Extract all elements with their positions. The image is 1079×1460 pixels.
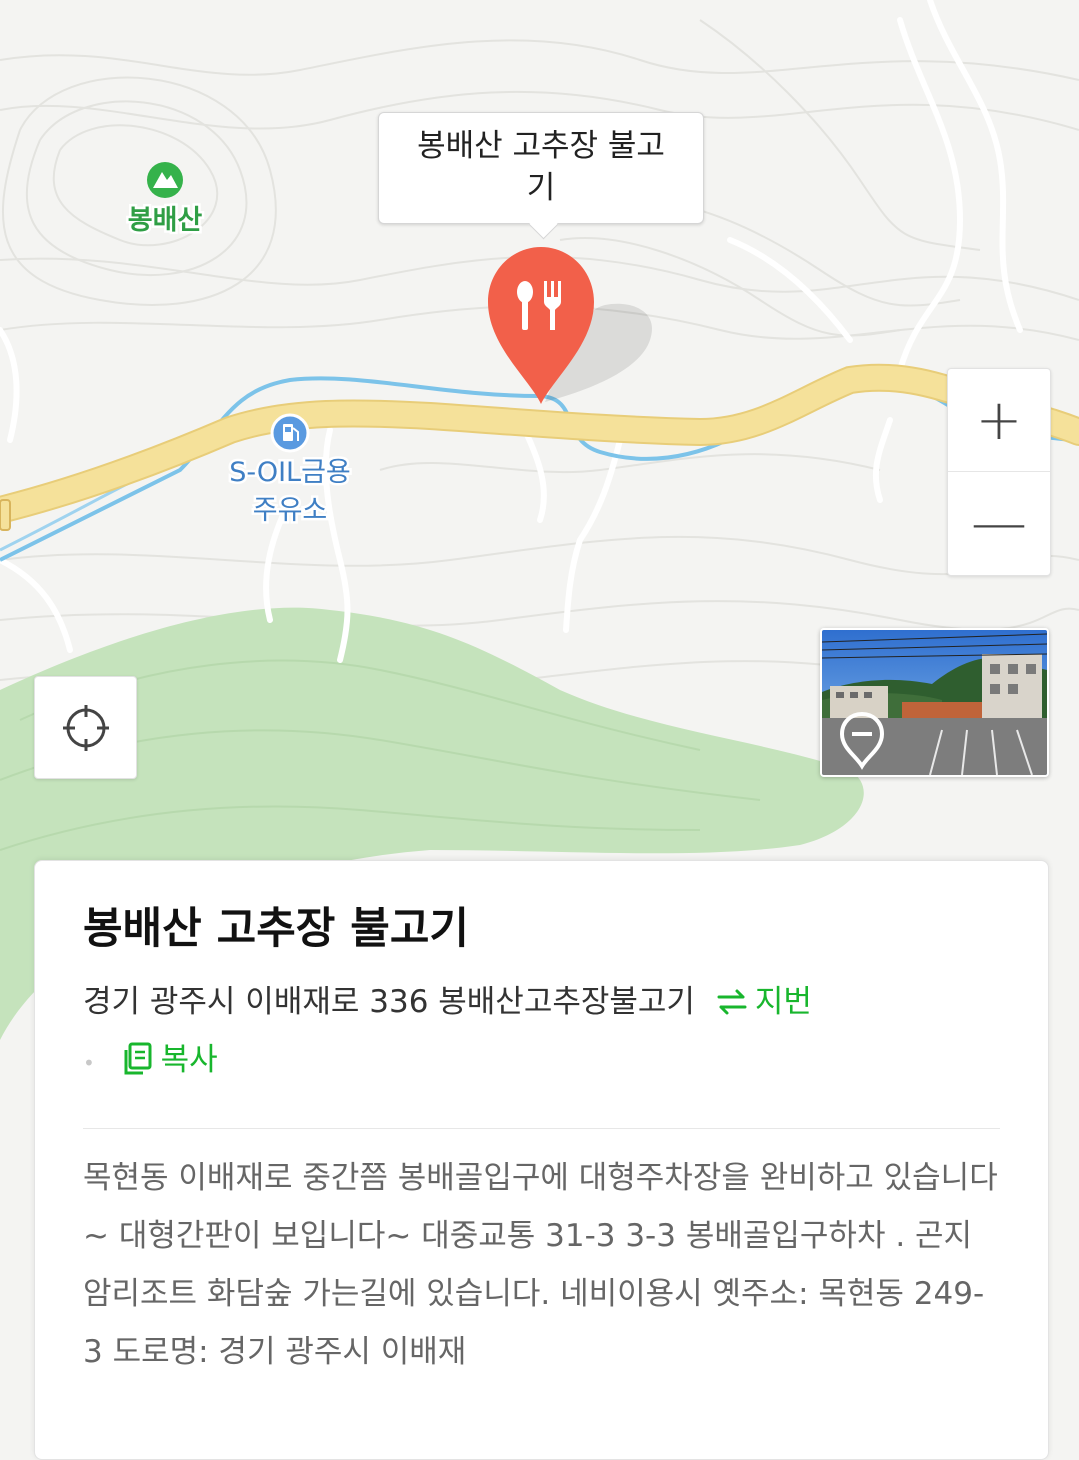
zoom-controls: + — bbox=[947, 368, 1051, 576]
address-block: 경기 광주시 이배재로 336 봉배산고추장불고기 지번 • 복사 bbox=[83, 973, 1000, 1092]
callout-title-line1: 봉배산 고추장 불고 bbox=[417, 128, 665, 164]
copy-button[interactable]: 복사 bbox=[113, 1042, 218, 1078]
callout-title-line2: 기 bbox=[526, 170, 556, 206]
current-location-button[interactable] bbox=[34, 676, 137, 779]
gas-station-icon[interactable] bbox=[270, 413, 310, 453]
swap-icon bbox=[717, 989, 747, 1015]
road-shield bbox=[0, 499, 11, 531]
gas-station-label-line1[interactable]: S-OIL금용 bbox=[227, 455, 354, 491]
zoom-in-button[interactable]: + bbox=[948, 369, 1050, 472]
address-text: 경기 광주시 이배재로 336 봉배산고추장불고기 bbox=[83, 984, 695, 1020]
separator-dot: • bbox=[83, 1051, 95, 1075]
jibun-label: 지번 bbox=[754, 984, 812, 1020]
copy-icon bbox=[124, 1042, 152, 1075]
street-view-photo bbox=[822, 630, 1047, 775]
place-title[interactable]: 봉배산 고추장 불고기 bbox=[83, 901, 1000, 957]
zoom-out-button[interactable]: — bbox=[948, 472, 1050, 574]
gas-station-label-line2[interactable]: 주유소 bbox=[250, 493, 330, 529]
place-info-card[interactable]: 봉배산 고추장 불고기 경기 광주시 이배재로 336 봉배산고추장불고기 지번… bbox=[34, 860, 1049, 1460]
crosshair-icon bbox=[62, 704, 109, 751]
mountain-icon[interactable] bbox=[147, 162, 183, 198]
street-view-thumbnail[interactable] bbox=[820, 628, 1049, 777]
copy-label: 복사 bbox=[160, 1042, 218, 1078]
mountain-label[interactable]: 봉배산 bbox=[125, 203, 205, 239]
jibun-toggle[interactable]: 지번 bbox=[705, 984, 812, 1020]
place-callout[interactable]: 봉배산 고추장 불고 기 bbox=[378, 112, 704, 224]
place-description: 목현동 이배재로 중간쯤 봉배골입구에 대형주차장을 완비하고 있습니다~ 대형… bbox=[83, 1160, 998, 1370]
divider bbox=[83, 1128, 1000, 1129]
